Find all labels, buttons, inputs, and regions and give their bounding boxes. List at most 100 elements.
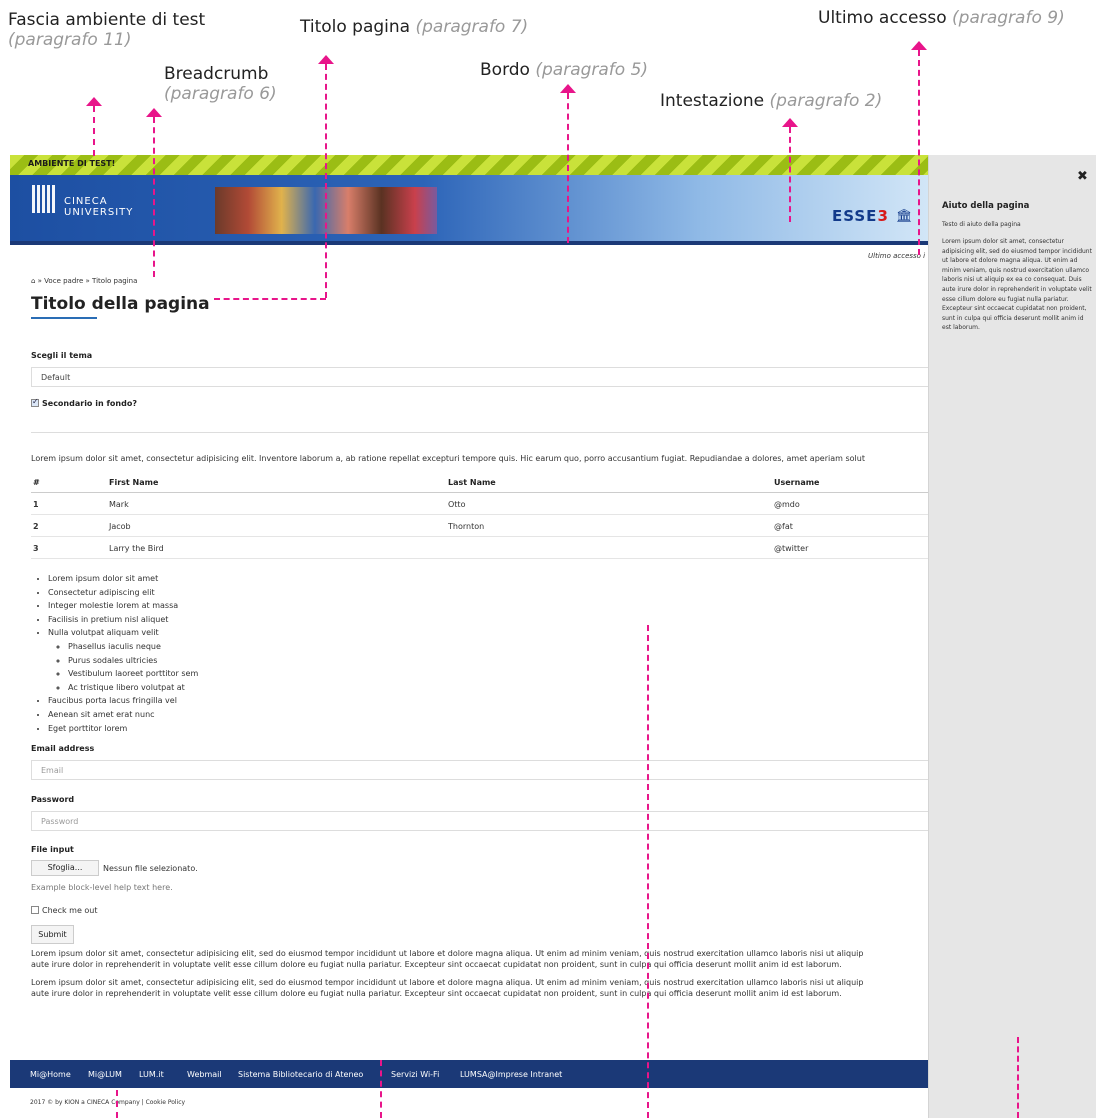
annotation-breadcrumb: Breadcrumb (paragrafo 6) [164,64,277,104]
paragraph-2-line-1: Lorem ipsum dolor sit amet, consectetur … [31,978,864,987]
page-title: Titolo della pagina [31,294,210,314]
annotation-titolo: Titolo pagina (paragrafo 7) [300,17,528,37]
table-row-line [31,514,928,515]
secondary-checkbox[interactable] [31,397,39,407]
help-subtitle: Testo di aiuto della pagina [942,221,1021,228]
annotation-arrow [146,108,162,117]
annotation-intestazione-para: (paragrafo 2) [769,91,883,111]
esse3-brand-number: 3 [877,207,889,225]
breadcrumb: ⌂ » Voce padre » Titolo pagina [31,277,137,285]
table-cell: Jacob [109,522,131,531]
page-frame: AMBIENTE DI TEST! CINECA UNIVERSITY ESSE… [10,155,928,1118]
password-label: Password [31,795,75,804]
email-placeholder: Email [41,766,64,775]
list-item: Nulla volutpat aliquam velit Phasellus i… [48,626,198,694]
footer-link-lumsa-imprese[interactable]: LUMSA@Imprese Intranet [460,1070,562,1079]
bullet-list: Lorem ipsum dolor sit amet Consectetur a… [32,572,198,735]
table-cell: 1 [33,500,39,509]
annotation-ultimo-para: (paragrafo 9) [952,8,1065,28]
logo-line-1: CINECA [64,196,108,207]
annotation-arrow [86,97,102,106]
annotation-fascia: Fascia ambiente di test (paragrafo 11) [8,10,205,50]
list-item-text: Nulla volutpat aliquam velit [48,628,159,638]
test-environment-label: AMBIENTE DI TEST! [28,159,116,168]
paragraph-2-line-2: aute irure dolor in reprehenderit in vol… [31,989,842,998]
annotation-line [93,106,95,156]
annotation-arrow [782,118,798,127]
divider [31,432,928,433]
check-me-out-checkbox[interactable] [31,906,39,914]
page-title-underline [31,317,97,319]
footer-link-lumit[interactable]: LUM.it [139,1070,164,1079]
annotation-breadcrumb-title: Breadcrumb [164,64,269,84]
annotation-line [153,117,155,277]
copyright: 2017 © by KION a CINECA Company | Cookie… [30,1099,186,1106]
building-icon: 🏛 [896,209,913,224]
file-status: Nessun file selezionato. [103,864,198,873]
annotation-bordo: Bordo (paragrafo 5) [480,60,648,80]
check-me-out-label: Check me out [42,906,98,915]
annotation-titolo-title: Titolo pagina [300,17,416,37]
esse3-brand: ESSE3 [832,207,889,225]
annotation-arrow [318,55,334,64]
annotation-line [214,298,326,300]
logo-line-2: UNIVERSITY [64,207,134,218]
nested-list-item: Ac tristique libero volutpat at [68,681,198,695]
annotation-intestazione: Intestazione (paragrafo 2) [660,91,882,111]
table-cell: @twitter [774,544,809,553]
close-icon[interactable]: ✖ [1077,169,1088,184]
table-cell: Mark [109,500,129,509]
theme-select[interactable]: Default [31,367,928,387]
list-item: Eget porttitor lorem [48,722,198,736]
page-footer: Mi@Home Mi@LUM LUM.it Webmail Sistema Bi… [10,1060,928,1088]
esse3-brand-text: ESSE [832,207,878,225]
table-row-line [31,558,928,559]
table-cell: @mdo [774,500,800,509]
list-item: Integer molestie lorem at massa [48,599,198,613]
list-item: Aenean sit amet erat nunc [48,708,198,722]
footer-link-webmail[interactable]: Webmail [187,1070,222,1079]
annotation-line [116,1090,118,1118]
intro-text: Lorem ipsum dolor sit amet, consectetur … [31,454,865,463]
password-placeholder: Password [41,817,79,826]
annotation-line [567,93,569,243]
help-text-body: Lorem ipsum dolor sit amet, consectetur … [942,238,1092,332]
annotation-arrow [560,84,576,93]
annotation-breadcrumb-para: (paragrafo 6) [164,84,277,104]
table-row-line [31,536,928,537]
annotation-line [789,127,791,222]
table-cell: 3 [33,544,39,553]
annotation-fascia-para: (paragrafo 11) [8,30,132,50]
annotation-bordo-para: (paragrafo 5) [535,60,649,80]
nested-list: Phasellus iaculis neque Purus sodales ul… [48,640,198,694]
list-item: Faucibus porta lacus fringilla vel [48,694,198,708]
nested-list-item: Phasellus iaculis neque [68,640,198,654]
paragraph-1: Lorem ipsum dolor sit amet, consectetur … [31,948,928,970]
theme-select-value: Default [41,373,71,382]
paragraph-1-line-2: aute irure dolor in reprehenderit in vol… [31,960,842,969]
browse-button[interactable]: Sfoglia... [31,860,99,876]
nested-list-item: Vestibulum laoreet porttitor sem [68,667,198,681]
annotation-line [647,625,649,1118]
list-item: Consectetur adipiscing elit [48,586,198,600]
annotation-line [380,1060,382,1118]
footer-link-mihome[interactable]: Mi@Home [30,1070,71,1079]
last-access: Ultimo accesso i [868,252,926,260]
cineca-logo-text: CINECA UNIVERSITY [64,196,133,218]
submit-button[interactable]: Submit [31,925,74,944]
table-cell: @fat [774,522,793,531]
footer-link-milum[interactable]: Mi@LUM [88,1070,122,1079]
footer-link-sistema-bibliotecario[interactable]: Sistema Bibliotecario di Ateneo [238,1070,363,1079]
breadcrumb-text[interactable]: » Voce padre » Titolo pagina [35,277,138,285]
email-field[interactable]: Email [31,760,928,780]
password-field[interactable]: Password [31,811,928,831]
help-text: Example block-level help text here. [31,883,173,892]
nested-list-item: Purus sodales ultricies [68,654,198,668]
footer-link-wifi[interactable]: Servizi Wi-Fi [391,1070,439,1079]
paragraph-2: Lorem ipsum dolor sit amet, consectetur … [31,977,928,999]
table-header-line [31,492,928,493]
annotation-ultimo-title: Ultimo accesso [818,8,953,28]
annotation-line [918,50,920,255]
annotation-ultimo: Ultimo accesso (paragrafo 9) [818,8,1065,28]
paragraph-1-line-1: Lorem ipsum dolor sit amet, consectetur … [31,949,864,958]
